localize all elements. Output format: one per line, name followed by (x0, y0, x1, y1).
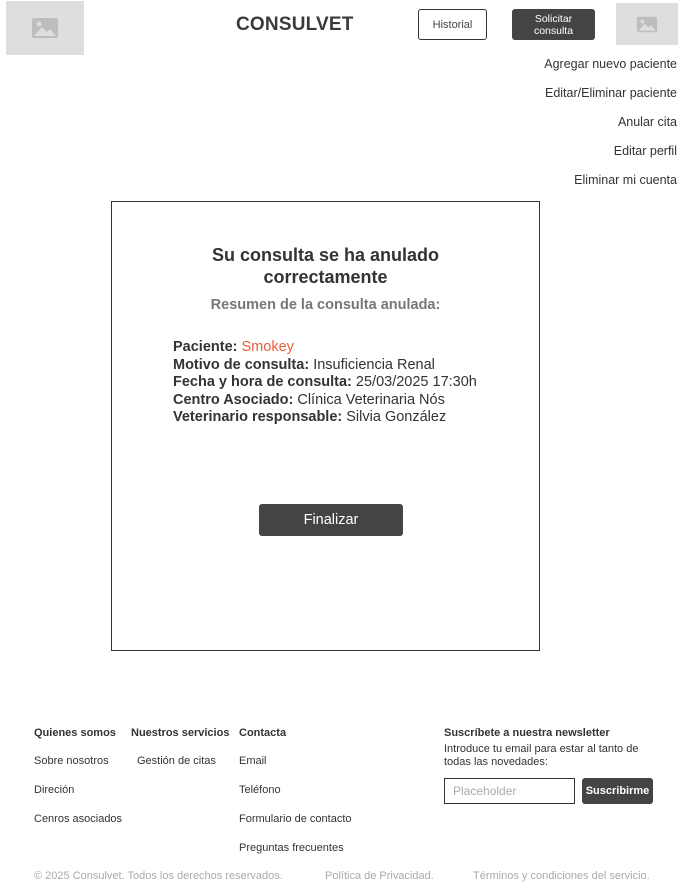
menu-item-delete-account[interactable]: Eliminar mi cuenta (544, 173, 677, 202)
footer-heading: Nuestros servicios (131, 727, 230, 739)
footer-link-contact-form[interactable]: Formulario de contacto (239, 813, 352, 842)
consultation-summary: Paciente: Smokey Motivo de consulta: Ins… (173, 339, 477, 427)
summary-label: Fecha y hora de consulta: (173, 374, 352, 390)
summary-row-reason: Motivo de consulta: Insuficiencia Renal (173, 357, 477, 375)
summary-label: Motivo de consulta: (173, 356, 310, 373)
footer-link-faq[interactable]: Preguntas frecuentes (239, 842, 352, 871)
footer-heading: Contacta (239, 727, 287, 739)
newsletter-section: Suscríbete a nuestra newsletter Introduc… (444, 727, 659, 804)
confirmation-title: Su consulta se ha anulado correctamente (211, 245, 440, 287)
menu-item-edit-patient[interactable]: Editar/Eliminar paciente (544, 86, 677, 115)
summary-row-datetime: Fecha y hora de consulta: 25/03/2025 17:… (173, 374, 477, 392)
menu-item-add-patient[interactable]: Agregar nuevo paciente (544, 57, 677, 86)
brand-title[interactable]: CONSULVET (236, 14, 354, 36)
footer-link-partner-centers[interactable]: Cenros asociados (34, 813, 122, 842)
logo-image[interactable] (6, 1, 84, 55)
footer-link-address[interactable]: Direción (34, 784, 122, 813)
profile-menu: Agregar nuevo paciente Editar/Eliminar p… (544, 57, 677, 202)
history-button[interactable]: Historial (418, 9, 487, 40)
copyright-text: © 2025 Consulvet. Todos los derechos res… (34, 870, 283, 882)
footer-link-about-us[interactable]: Sobre nosotros (34, 755, 122, 784)
image-placeholder-icon (636, 16, 658, 32)
footer-services-column: Nuestros servicios Gestión de citas (131, 727, 229, 784)
summary-value: Insuficiencia Renal (313, 356, 435, 373)
newsletter-text: Introduce tu email para estar al tanto d… (444, 743, 639, 768)
footer-link-email[interactable]: Email (239, 755, 352, 784)
image-placeholder-icon (32, 18, 58, 38)
summary-value: Silvia González (346, 409, 447, 425)
newsletter-email-input[interactable] (444, 778, 575, 804)
summary-label: Paciente: (173, 339, 238, 355)
footer-heading: Quienes somos (34, 727, 116, 739)
terms-link[interactable]: Términos y condiciones del servicio. (473, 870, 650, 882)
footer-link-appointments[interactable]: Gestión de citas (131, 755, 229, 784)
profile-avatar[interactable] (616, 3, 678, 45)
summary-row-vet: Veterinario responsable: Silvia González (173, 409, 477, 427)
menu-item-edit-profile[interactable]: Editar perfil (544, 144, 677, 173)
summary-row-patient: Paciente: Smokey (173, 339, 477, 357)
finish-button[interactable]: Finalizar (259, 504, 403, 536)
summary-row-center: Centro Asociado: Clínica Veterinaria Nós (173, 392, 477, 410)
summary-value: Clínica Veterinaria Nós (297, 391, 445, 408)
footer-contact-column: Contacta Email Teléfono Formulario de co… (239, 727, 352, 871)
menu-item-cancel-appointment[interactable]: Anular cita (544, 115, 677, 144)
summary-label: Centro Asociado: (173, 391, 294, 408)
summary-value: 25/03/2025 17:30h (355, 374, 477, 390)
summary-label: Veterinario responsable: (173, 409, 343, 425)
patient-name-link[interactable]: Smokey (242, 339, 294, 355)
privacy-policy-link[interactable]: Política de Privacidad. (325, 870, 434, 882)
footer-about-column: Quienes somos Sobre nosotros Direción Ce… (34, 727, 122, 842)
cancellation-confirmation-card: Su consulta se ha anulado correctamente … (111, 201, 540, 651)
footer-link-phone[interactable]: Teléfono (239, 784, 352, 813)
request-consultation-button[interactable]: Solicitar consulta (512, 9, 595, 40)
newsletter-title: Suscríbete a nuestra newsletter (444, 727, 610, 739)
confirmation-subtitle: Resumen de la consulta anulada: (210, 297, 441, 313)
subscribe-button[interactable]: Suscribirme (582, 778, 653, 804)
